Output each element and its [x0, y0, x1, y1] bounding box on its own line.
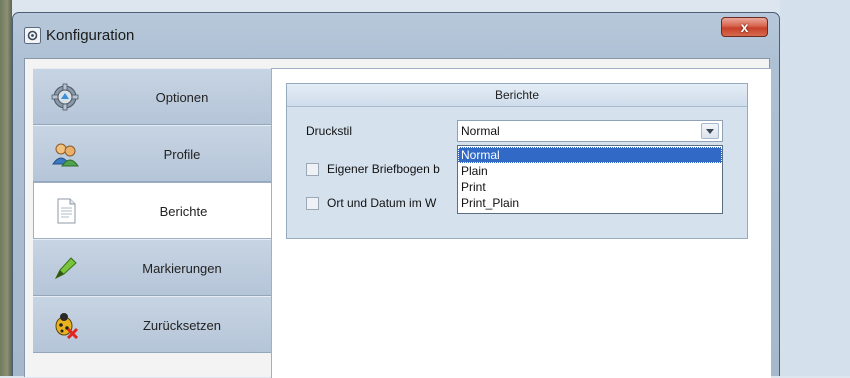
sidebar-item-markierungen[interactable]: Markierungen	[33, 239, 271, 296]
druckstil-select[interactable]: Normal	[457, 120, 723, 142]
dropdown-option-print[interactable]: Print	[458, 179, 722, 195]
sidebar-item-zuruecksetzen[interactable]: Zurücksetzen	[33, 296, 271, 353]
window-title: Konfiguration	[46, 27, 135, 44]
dropdown-option-plain[interactable]: Plain	[458, 163, 722, 179]
users-icon	[51, 140, 79, 168]
place-date-label: Ort und Datum im W	[327, 196, 437, 210]
configuration-window: Konfiguration x Optionen Profile Bericht…	[12, 12, 780, 378]
highlighter-icon	[51, 254, 79, 282]
desktop-background-left	[0, 0, 12, 376]
sidebar-item-label: Markierungen	[142, 261, 222, 276]
custom-letterhead-checkbox[interactable]	[306, 163, 319, 176]
sidebar-item-label: Zurücksetzen	[142, 318, 222, 333]
sidebar-item-label: Berichte	[159, 204, 208, 219]
sidebar-item-label: Optionen	[155, 90, 209, 105]
custom-letterhead-label: Eigener Briefbogen b	[327, 162, 440, 176]
dialog-content: Optionen Profile Berichte Markierungen Z…	[24, 58, 771, 378]
close-icon: x	[740, 19, 749, 35]
desktop-background-right	[780, 0, 850, 376]
sidebar-item-label: Profile	[163, 147, 201, 162]
group-title: Berichte	[287, 84, 747, 107]
gear-icon	[51, 83, 79, 111]
document-icon	[52, 197, 80, 225]
dropdown-option-print-plain[interactable]: Print_Plain	[458, 195, 722, 211]
place-date-checkbox[interactable]	[306, 197, 319, 210]
druckstil-label: Druckstil	[306, 124, 353, 138]
dropdown-button[interactable]	[701, 123, 719, 139]
reports-panel: Berichte Druckstil Normal Eigener Briefb…	[271, 68, 771, 378]
sidebar-item-optionen[interactable]: Optionen	[33, 68, 271, 125]
druckstil-selected-value: Normal	[461, 124, 500, 138]
druckstil-dropdown-list: Normal Plain Print Print_Plain	[457, 145, 723, 214]
reports-group: Berichte Druckstil Normal Eigener Briefb…	[286, 83, 748, 239]
sidebar-nav: Optionen Profile Berichte Markierungen Z…	[25, 68, 273, 378]
chevron-down-icon	[706, 129, 714, 134]
bug-reset-icon	[51, 311, 79, 340]
app-icon[interactable]	[24, 27, 41, 44]
close-button[interactable]: x	[721, 17, 768, 37]
title-bar[interactable]: Konfiguration x	[13, 13, 779, 61]
sidebar-item-berichte[interactable]: Berichte	[33, 182, 273, 239]
sidebar-item-profile[interactable]: Profile	[33, 125, 271, 182]
dropdown-option-normal[interactable]: Normal	[458, 147, 722, 163]
